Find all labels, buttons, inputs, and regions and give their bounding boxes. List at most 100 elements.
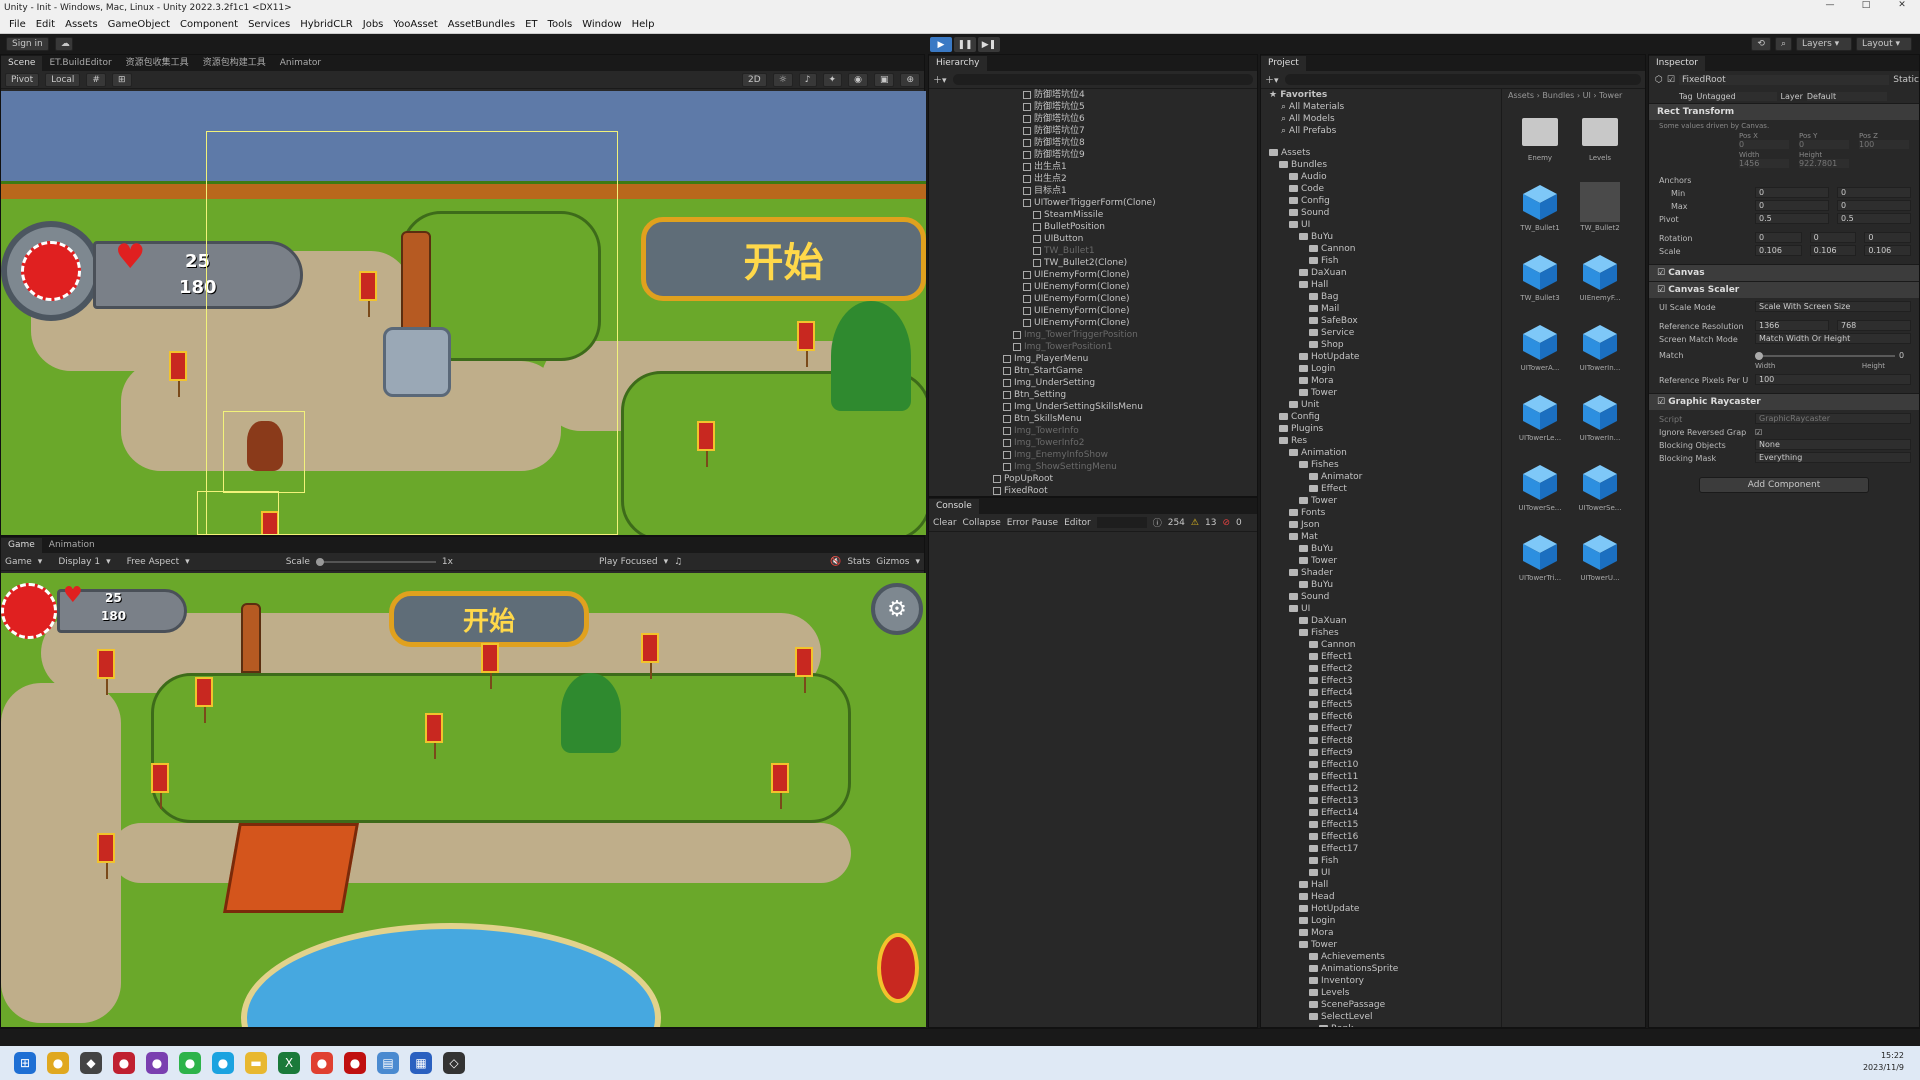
hierarchy-item[interactable]: Img_TowerTriggerPosition [933, 329, 1253, 341]
match-slider[interactable] [1755, 352, 1895, 360]
add-component-button[interactable]: Add Component [1699, 477, 1869, 493]
hierarchy-item[interactable]: FixedRoot [933, 485, 1253, 497]
folder-item[interactable]: Shader [1269, 567, 1501, 579]
history-icon[interactable]: ⟲ [1751, 37, 1771, 51]
start-game-button[interactable]: 开始 [641, 217, 926, 301]
folder-item[interactable]: Plugins [1269, 423, 1501, 435]
menu-item-assetbundles[interactable]: AssetBundles [443, 19, 520, 30]
screen-match-mode-dropdown[interactable]: Match Width Or Height [1755, 333, 1911, 344]
gizmos-button[interactable]: Gizmos [876, 557, 909, 567]
play-focused-dropdown[interactable]: Play Focused [599, 557, 658, 567]
wechat-icon[interactable]: ● [179, 1052, 201, 1074]
folder-item[interactable]: Levels [1269, 987, 1501, 999]
hierarchy-item[interactable]: 出生点2 [933, 173, 1253, 185]
folder-item[interactable]: Assets [1269, 147, 1501, 159]
active-checkbox[interactable]: ☑ [1667, 75, 1675, 85]
folder-item[interactable]: Animation [1269, 447, 1501, 459]
match-slider-handle[interactable] [1755, 352, 1763, 360]
menu-item-yooasset[interactable]: YooAsset [388, 19, 442, 30]
asset-item[interactable]: TW_Bullet1 [1510, 180, 1570, 242]
unity-hub-icon[interactable]: ◆ [80, 1052, 102, 1074]
pivot-y-field[interactable]: 0.5 [1837, 213, 1911, 224]
favorite-item[interactable]: ⌕ All Prefabs [1269, 125, 1501, 137]
folder-item[interactable]: UI [1269, 603, 1501, 615]
asset-item[interactable]: Enemy [1510, 110, 1570, 172]
unity-icon[interactable]: ◇ [443, 1052, 465, 1074]
hierarchy-item[interactable]: Img_TowerInfo [933, 425, 1253, 437]
min-y-field[interactable]: 0 [1837, 187, 1911, 198]
hierarchy-item[interactable]: Img_UnderSetting [933, 377, 1253, 389]
folder-item[interactable]: Head [1269, 891, 1501, 903]
light-icon[interactable]: ☼ [772, 72, 793, 87]
hierarchy-item[interactable]: UITowerTriggerForm(Clone) [933, 197, 1253, 209]
folder-item[interactable]: SelectLevel [1269, 1011, 1501, 1023]
canvas-header[interactable]: ☑ Canvas [1649, 264, 1919, 281]
collapse-button[interactable]: Collapse [963, 518, 1001, 528]
tab-project[interactable]: Project [1261, 56, 1306, 71]
folder-item[interactable]: Rank [1269, 1023, 1501, 1027]
folder-item[interactable]: Effect [1269, 483, 1501, 495]
max-y-field[interactable]: 0 [1837, 200, 1911, 211]
folder-item[interactable]: Effect6 [1269, 711, 1501, 723]
folder-item[interactable]: Inventory [1269, 975, 1501, 987]
folder-item[interactable]: Effect16 [1269, 831, 1501, 843]
sign-in-button[interactable]: Sign in [6, 37, 49, 51]
folder-item[interactable]: Tower [1269, 387, 1501, 399]
maximize-button[interactable]: □ [1848, 0, 1884, 10]
pivot-x-field[interactable]: 0.5 [1755, 213, 1829, 224]
rotation-x-field[interactable]: 0 [1755, 232, 1802, 243]
scene-view[interactable]: ♥ 25 180 开始 [1, 91, 926, 535]
ignore-reversed-checkbox[interactable]: ☑ [1755, 426, 1762, 439]
folder-item[interactable]: DaXuan [1269, 615, 1501, 627]
tab-game-0[interactable]: Game [1, 538, 42, 553]
visibility-icon[interactable]: ◉ [848, 72, 868, 87]
folder-item[interactable]: Login [1269, 915, 1501, 927]
folder-item[interactable]: Fonts [1269, 507, 1501, 519]
folder-item[interactable]: Sound [1269, 591, 1501, 603]
folder-item[interactable]: Config [1269, 195, 1501, 207]
folder-item[interactable]: Fish [1269, 255, 1501, 267]
tab-scene-0[interactable]: Scene [1, 56, 43, 71]
folder-item[interactable]: Effect2 [1269, 663, 1501, 675]
folder-item[interactable]: Unit [1269, 399, 1501, 411]
hierarchy-item[interactable]: UIButton [933, 233, 1253, 245]
menu-item-gameobject[interactable]: GameObject [103, 19, 175, 30]
folder-item[interactable]: UI [1269, 219, 1501, 231]
app-icon[interactable]: ▤ [377, 1052, 399, 1074]
step-button[interactable]: ▶❚ [978, 37, 1000, 52]
hierarchy-item[interactable]: 防御塔坑位6 [933, 113, 1253, 125]
folder-item[interactable]: UI [1269, 867, 1501, 879]
tab-inspector[interactable]: Inspector [1649, 56, 1705, 71]
scale-y-field[interactable]: 0.106 [1809, 245, 1857, 256]
hierarchy-item[interactable]: UIEnemyForm(Clone) [933, 269, 1253, 281]
folder-item[interactable]: Bag [1269, 291, 1501, 303]
hierarchy-item[interactable]: UIEnemyForm(Clone) [933, 305, 1253, 317]
hierarchy-item[interactable]: 防御塔坑位7 [933, 125, 1253, 137]
tab-scene-2[interactable]: 资源包收集工具 [119, 56, 196, 71]
tag-dropdown[interactable]: Untagged [1696, 91, 1777, 101]
asset-item[interactable]: UIEnemyF... [1570, 250, 1630, 312]
stats-button[interactable]: Stats [847, 557, 870, 567]
ref-x-field[interactable]: 1366 [1755, 320, 1829, 331]
folder-item[interactable]: Effect17 [1269, 843, 1501, 855]
folder-item[interactable]: Effect1 [1269, 651, 1501, 663]
record-icon[interactable]: ● [344, 1052, 366, 1074]
folder-item[interactable]: Fishes [1269, 459, 1501, 471]
folder-item[interactable]: Tower [1269, 495, 1501, 507]
folder-item[interactable]: Effect12 [1269, 783, 1501, 795]
folder-item[interactable]: Effect14 [1269, 807, 1501, 819]
hierarchy-search-input[interactable] [952, 74, 1253, 85]
hierarchy-item[interactable]: Img_EnemyInfoShow [933, 449, 1253, 461]
hierarchy-item[interactable]: 防御塔坑位5 [933, 101, 1253, 113]
hierarchy-item[interactable]: PopUpRoot [933, 473, 1253, 485]
height-field[interactable]: 922.7801 [1799, 159, 1849, 168]
menu-item-component[interactable]: Component [175, 19, 243, 30]
menu-item-services[interactable]: Services [243, 19, 295, 30]
hierarchy-item[interactable]: Img_ShowSettingMenu [933, 461, 1253, 473]
app-icon[interactable]: ▦ [410, 1052, 432, 1074]
folder-item[interactable]: BuYu [1269, 543, 1501, 555]
audio-icon[interactable]: ♪ [798, 72, 817, 87]
static-toggle[interactable]: Static [1893, 75, 1919, 85]
compass-icon[interactable] [877, 933, 919, 1003]
folder-item[interactable]: Bundles [1269, 159, 1501, 171]
